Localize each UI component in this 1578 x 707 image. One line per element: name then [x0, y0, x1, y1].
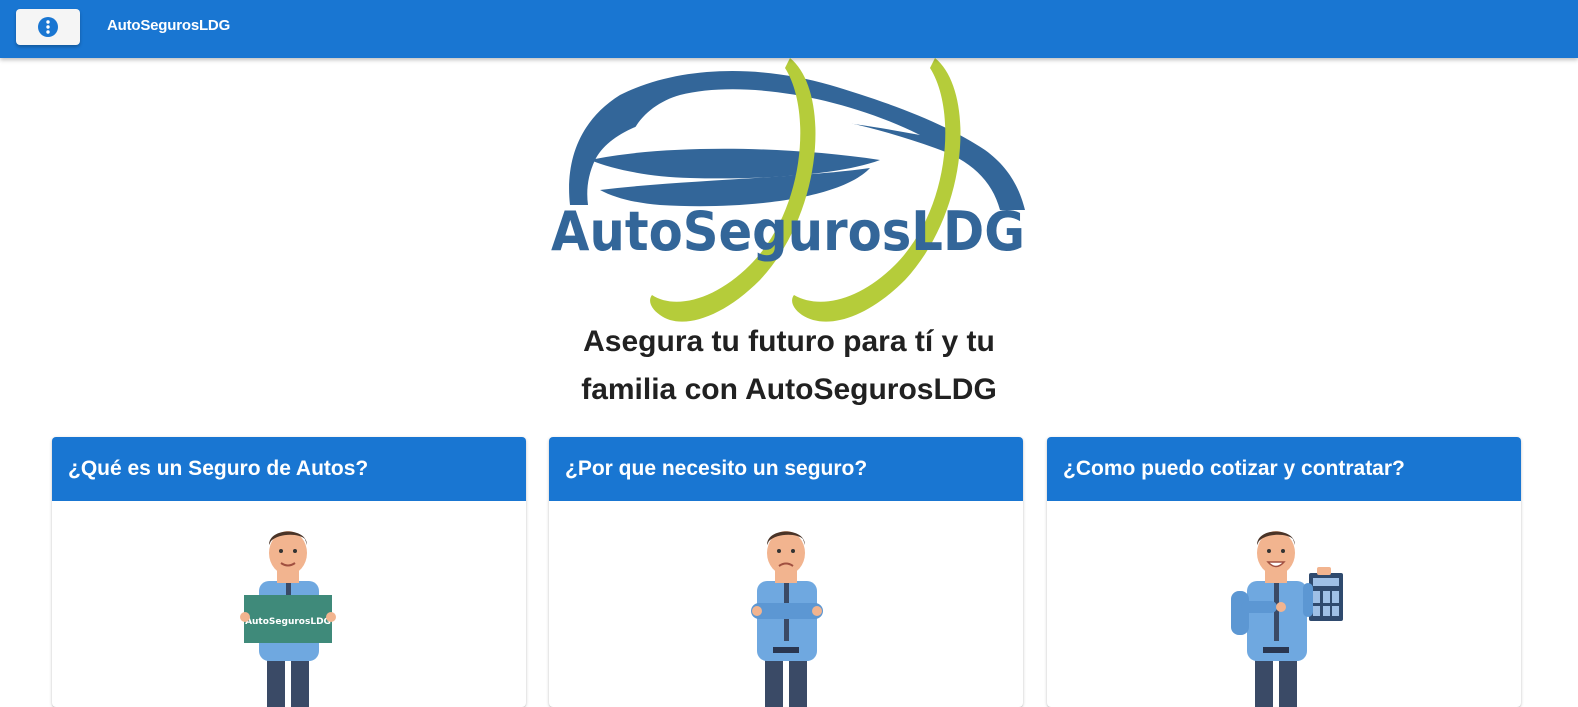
card-title: ¿Como puedo cotizar y contratar?	[1047, 437, 1521, 501]
app-title: AutoSegurosLDG	[107, 17, 231, 34]
man-with-calculator-illustration	[1231, 531, 1343, 707]
more-vertical-icon	[38, 17, 58, 37]
card-title: ¿Por que necesito un seguro?	[549, 437, 1023, 501]
tagline-line-1: Asegura tu futuro para tí y tu	[583, 325, 995, 358]
hero-tagline: Asegura tu futuro para tí y tu familia c…	[489, 318, 1089, 414]
info-card-why-need[interactable]: ¿Por que necesito un seguro?	[549, 437, 1023, 707]
sign-text: AutoSegurosLDG	[245, 617, 331, 627]
card-body	[1047, 501, 1521, 707]
info-card-what-is[interactable]: ¿Qué es un Seguro de Autos? AutoSegurosL…	[52, 437, 526, 707]
man-arms-crossed-illustration	[751, 531, 823, 707]
card-title: ¿Qué es un Seguro de Autos?	[52, 437, 526, 501]
logo-wordmark: AutoSegurosLDG	[551, 200, 1025, 263]
man-holding-sign-illustration: AutoSegurosLDG	[240, 531, 336, 707]
card-body	[549, 501, 1023, 707]
brand-logo: AutoSegurosLDG	[551, 58, 1025, 322]
info-card-how-quote[interactable]: ¿Como puedo cotizar y contratar?	[1047, 437, 1521, 707]
card-body: AutoSegurosLDG	[52, 501, 526, 707]
menu-button[interactable]	[16, 9, 80, 45]
app-bar: AutoSegurosLDG	[0, 0, 1578, 58]
tagline-line-2: familia con AutoSegurosLDG	[581, 373, 997, 406]
